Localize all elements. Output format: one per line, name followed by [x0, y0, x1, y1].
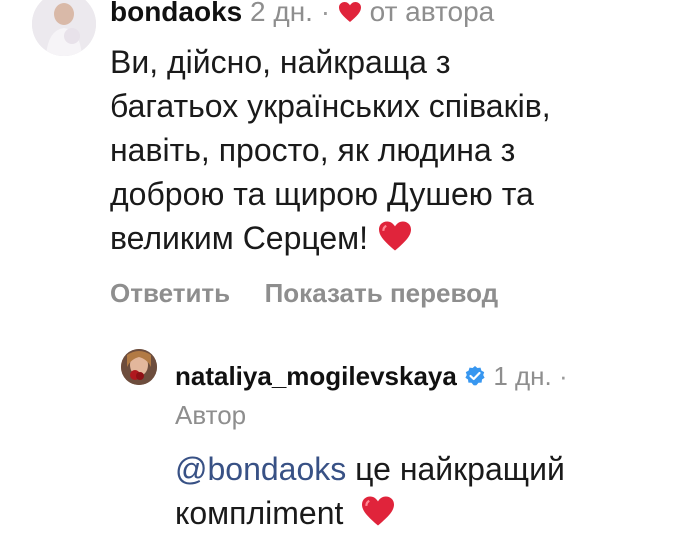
avatar-photo: [32, 0, 96, 56]
comment-username[interactable]: bondaoks: [110, 0, 242, 27]
comment-time: 2 дн.: [250, 0, 313, 27]
separator-dot: ·: [558, 361, 568, 391]
reply-header: nataliya_mogilevskaya 1 дн. ·: [175, 360, 568, 394]
comment-text: Ви, дійсно, найкраща з багатьох українсь…: [110, 40, 551, 263]
comment-text-line: багатьох українських співаків,: [110, 88, 551, 124]
translate-button[interactable]: Показать перевод: [265, 278, 499, 308]
comment-text-line: великим Серцем!: [110, 220, 369, 256]
reply-text: @bondaoks це найкращий компліment: [175, 447, 565, 538]
comment-text-last-line: великим Серцем!: [110, 216, 551, 263]
reply-text-fragment: компліment: [175, 495, 344, 531]
separator-dot: ·: [320, 0, 331, 27]
verified-badge-icon: [464, 362, 486, 394]
heart-emoji-icon: [360, 494, 396, 538]
mention-link[interactable]: @bondaoks: [175, 451, 346, 487]
avatar-nataliya-mogilevskaya[interactable]: [121, 349, 157, 385]
reply-text-fragment: це найкращий: [355, 451, 565, 487]
reply-text-line-1: @bondaoks це найкращий: [175, 447, 565, 491]
liked-by-author-label: от автора: [369, 0, 495, 27]
reply-text-line-2: компліment: [175, 491, 565, 538]
heart-icon: [338, 0, 362, 30]
reply-time: 1 дн.: [493, 361, 552, 391]
comment-text-line: доброю та щирою Душею та: [110, 176, 534, 212]
avatar-bondaoks[interactable]: [32, 0, 96, 56]
comment-text-line: навіть, просто, як людина з: [110, 132, 516, 168]
author-badge: Автор: [175, 400, 247, 430]
comment-header: bondaoks 2 дн. · от автора: [110, 0, 494, 30]
heart-emoji-icon: [377, 219, 413, 263]
reply-username[interactable]: nataliya_mogilevskaya: [175, 361, 457, 391]
comment-text-line: Ви, дійсно, найкраща з: [110, 44, 451, 80]
reply-button[interactable]: Ответить: [110, 278, 230, 308]
comment-actions: Ответить Показать перевод: [110, 278, 498, 309]
avatar-photo: [121, 349, 157, 385]
